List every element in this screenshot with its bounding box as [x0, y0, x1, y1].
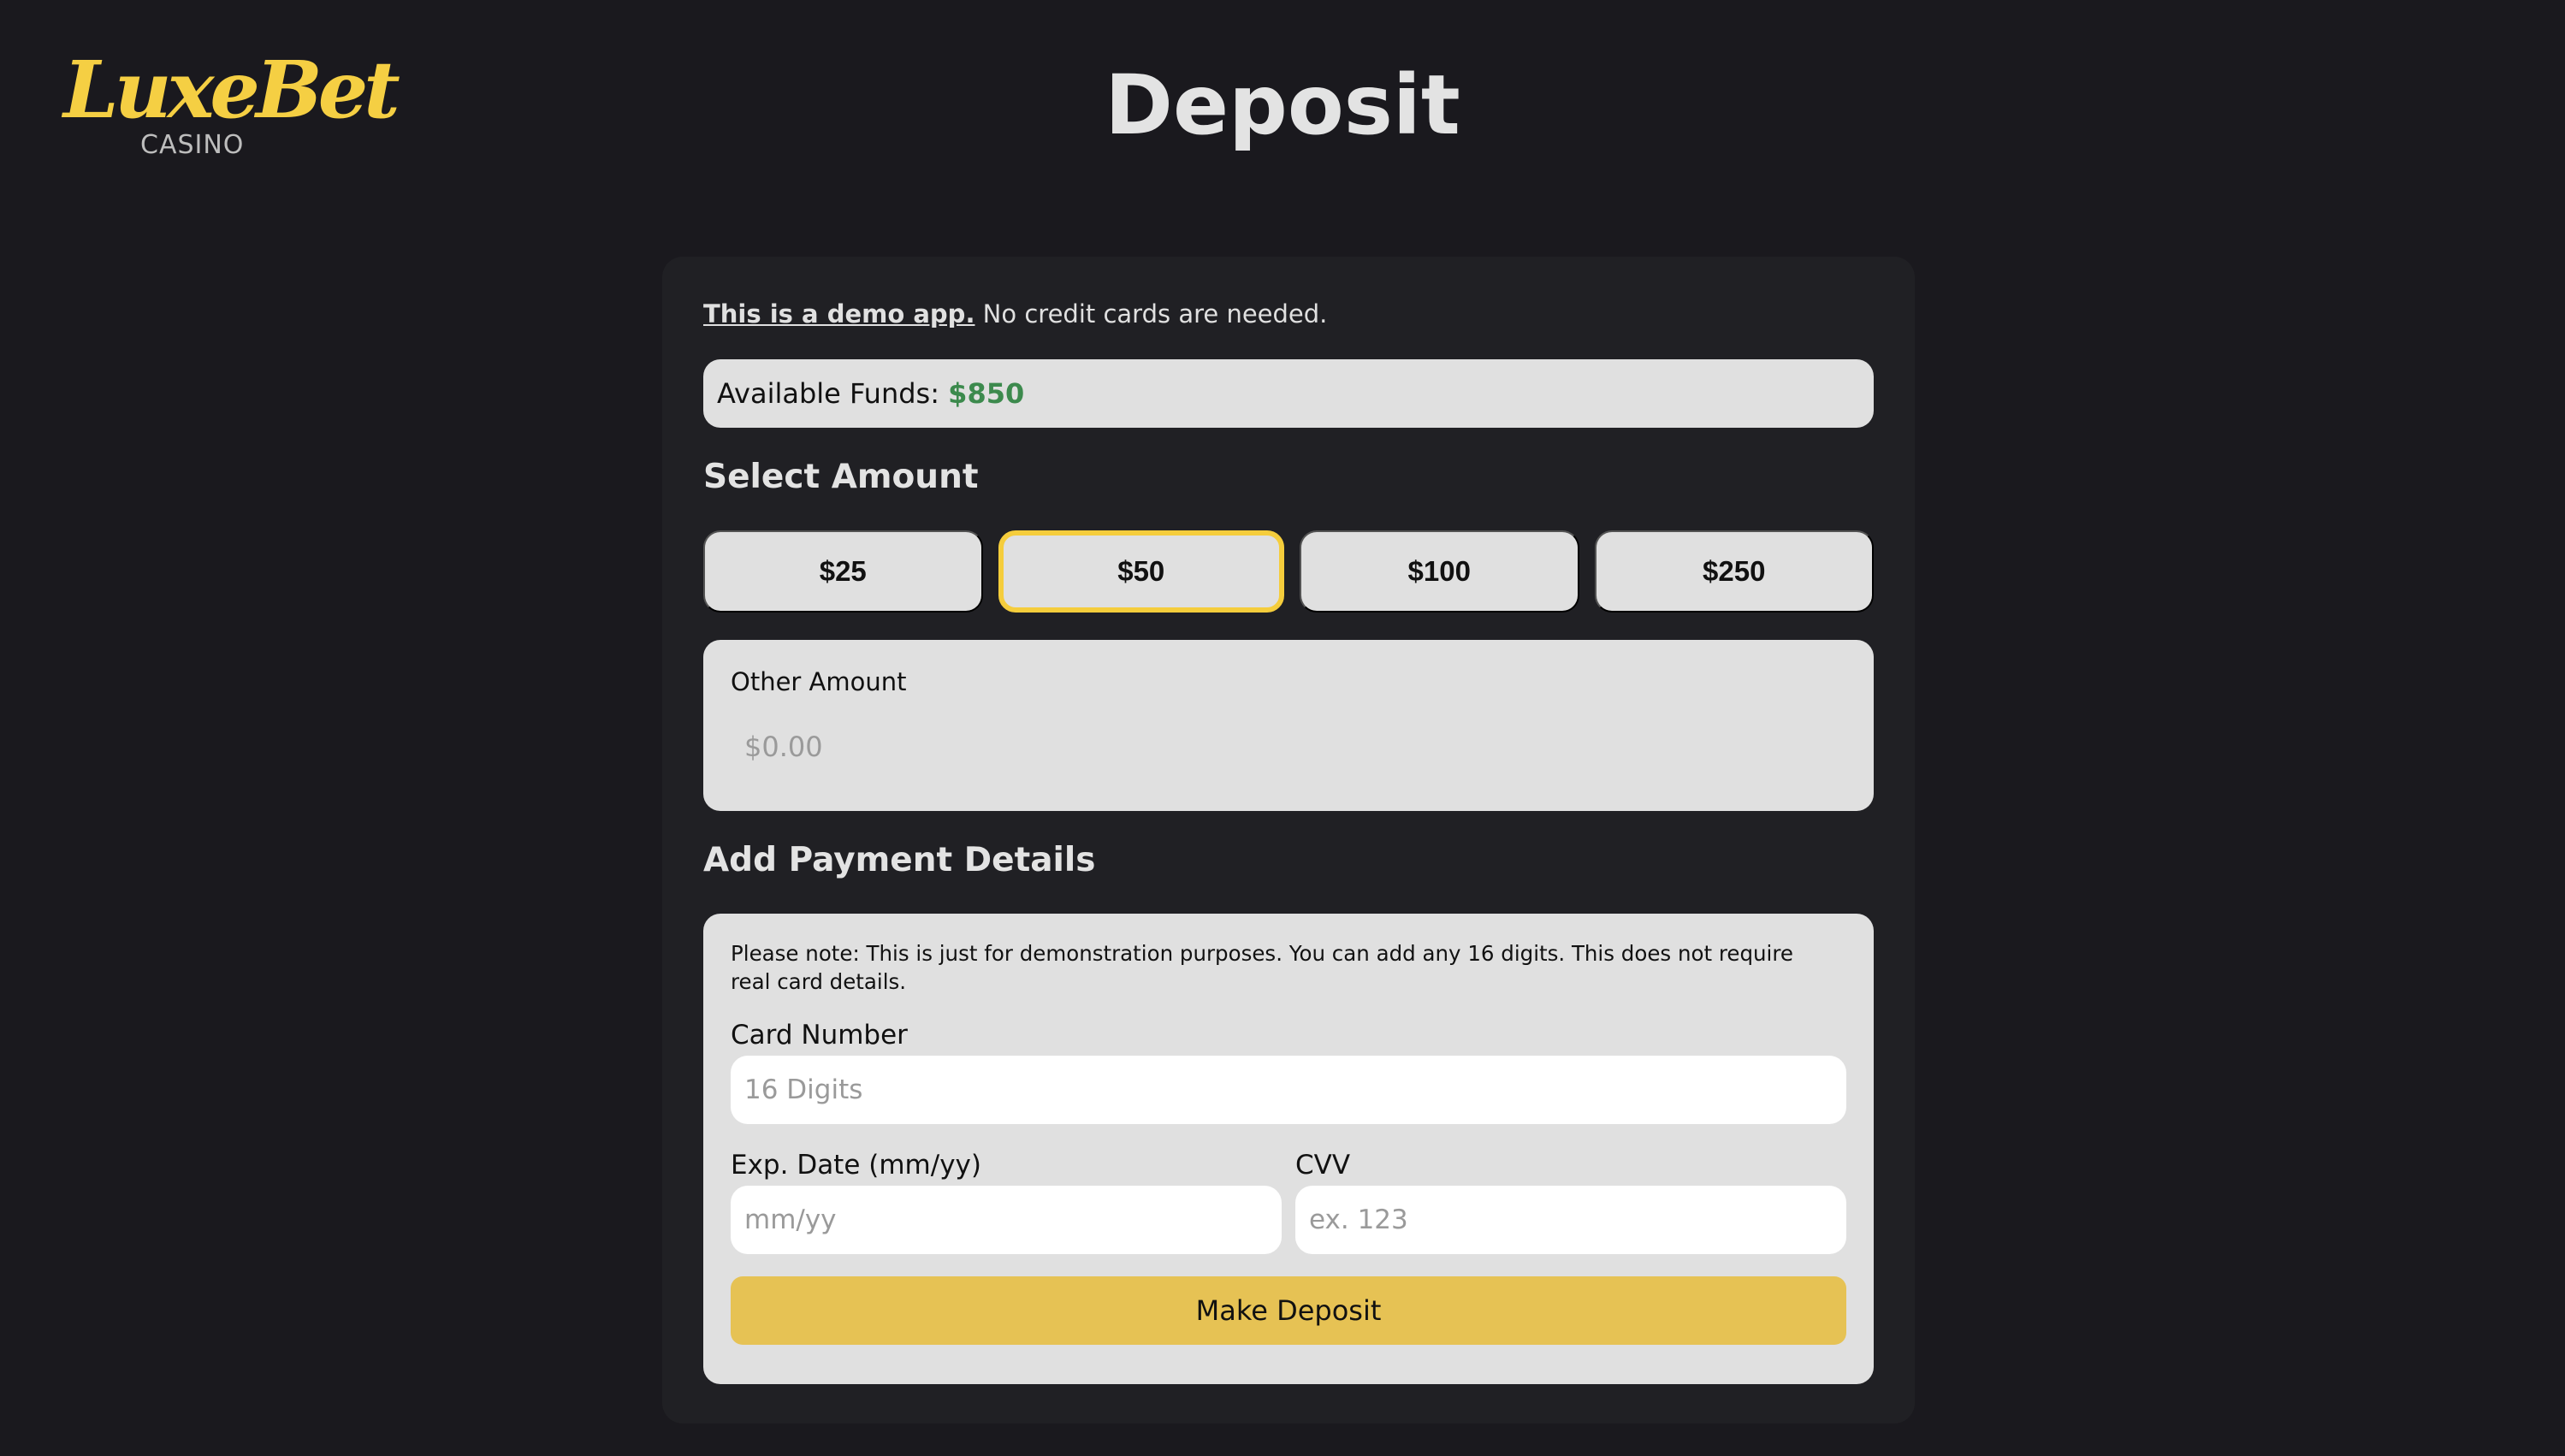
- other-amount-input[interactable]: [731, 717, 1843, 777]
- deposit-card: This is a demo app. No credit cards are …: [662, 257, 1915, 1423]
- payment-note: Please note: This is just for demonstrat…: [731, 941, 1793, 994]
- payment-form: Please note: This is just for demonstrat…: [703, 914, 1874, 1384]
- other-amount-box: Other Amount: [703, 640, 1874, 811]
- amount-option-50[interactable]: $50: [998, 530, 1284, 613]
- deposit-page: LuxeBet CASINO Deposit This is a demo ap…: [0, 0, 2565, 1456]
- card-number-label: Card Number: [731, 1020, 908, 1051]
- make-deposit-button[interactable]: Make Deposit: [731, 1276, 1846, 1345]
- demo-app-link[interactable]: This is a demo app.: [703, 299, 974, 328]
- demo-notice-text: No credit cards are needed.: [974, 299, 1328, 328]
- amount-option-25[interactable]: $25: [703, 530, 983, 613]
- cvv-label: CVV: [1295, 1150, 1351, 1181]
- page-title: Deposit: [1105, 57, 1460, 153]
- available-funds-label: Available Funds:: [717, 377, 949, 410]
- demo-notice: This is a demo app. No credit cards are …: [703, 296, 1874, 332]
- exp-date-input[interactable]: [731, 1186, 1282, 1254]
- exp-date-label: Exp. Date (mm/yy): [731, 1150, 981, 1181]
- select-amount-heading: Select Amount: [703, 458, 979, 496]
- cvv-input[interactable]: [1295, 1186, 1846, 1254]
- other-amount-label: Other Amount: [731, 667, 907, 696]
- available-funds-value: $850: [948, 377, 1025, 410]
- amount-options: $25 $50 $100 $250: [703, 530, 1874, 613]
- payment-details-heading: Add Payment Details: [703, 841, 1096, 879]
- amount-option-100[interactable]: $100: [1300, 530, 1579, 613]
- amount-option-250[interactable]: $250: [1594, 530, 1874, 613]
- card-number-input[interactable]: [731, 1056, 1846, 1124]
- available-funds-bar: Available Funds: $850: [703, 359, 1874, 428]
